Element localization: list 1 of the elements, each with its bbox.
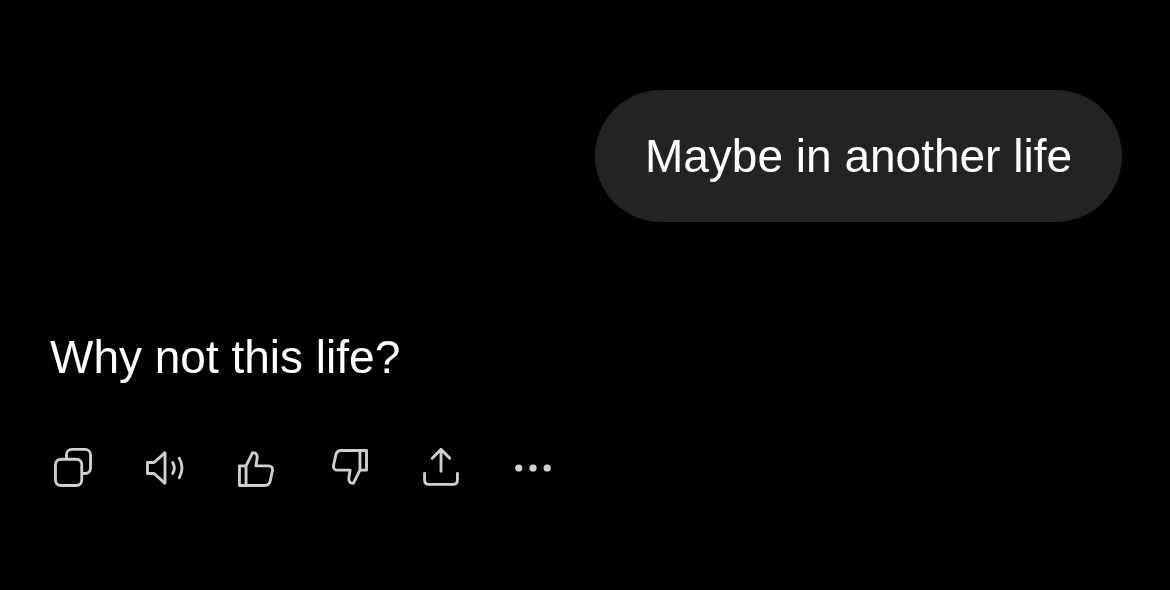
user-message-bubble: Maybe in another life xyxy=(594,90,1122,222)
